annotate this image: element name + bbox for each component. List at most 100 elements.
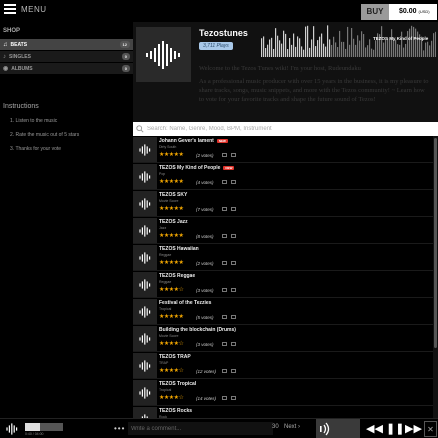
sidebar-item-albums[interactable]: ◉ ALBUMS 0 bbox=[0, 63, 133, 74]
comment-icon[interactable] bbox=[231, 153, 236, 157]
sidebar-item-singles[interactable]: ♪ SINGLES 0 bbox=[0, 51, 133, 62]
track-thumbnail-icon[interactable] bbox=[133, 407, 157, 418]
track-thumbnail-icon[interactable] bbox=[133, 272, 157, 297]
track-title: TEZOS Rocks bbox=[159, 408, 192, 414]
share-icon[interactable] bbox=[222, 288, 227, 292]
comment-icon[interactable] bbox=[231, 342, 236, 346]
comment-icon[interactable] bbox=[231, 180, 236, 184]
single-icon: ♪ bbox=[3, 53, 6, 60]
share-icon[interactable] bbox=[222, 153, 227, 157]
comment-icon[interactable] bbox=[231, 207, 236, 211]
track-title: Johann Gever's lament NEW bbox=[159, 138, 228, 144]
star-rating[interactable]: ★★★★☆ bbox=[159, 340, 184, 347]
track-row[interactable]: Festival of the Tezzies Tropical ★★★★★ (5 v… bbox=[133, 298, 433, 325]
star-rating[interactable]: ★★★★★ bbox=[159, 205, 184, 212]
buy-button[interactable]: BUY bbox=[361, 4, 389, 20]
share-icon[interactable] bbox=[222, 396, 227, 400]
fast-forward-button[interactable]: ▶▶ bbox=[405, 422, 422, 436]
track-row[interactable]: TEZOS My Kind of People NEW Pop ★★★★★ (4 vot… bbox=[133, 163, 433, 190]
track-row[interactable]: TEZOS Jazz Jazz ★★★★★ (8 votes) bbox=[133, 217, 433, 244]
vote-count: (3 votes) bbox=[196, 288, 214, 293]
search-icon bbox=[133, 122, 147, 136]
menu-button[interactable]: MENU bbox=[4, 4, 47, 14]
star-rating[interactable]: ★★★★★ bbox=[159, 178, 184, 185]
playback-time: 0:40 / 04:00 bbox=[25, 432, 44, 436]
track-thumbnail-icon[interactable] bbox=[133, 164, 157, 189]
track-thumbnail-icon[interactable] bbox=[133, 353, 157, 378]
share-icon[interactable] bbox=[222, 342, 227, 346]
track-thumbnail-icon[interactable] bbox=[133, 245, 157, 270]
vote-count: (14 votes) bbox=[196, 396, 217, 401]
item-count-badge: 12 bbox=[119, 41, 130, 48]
comment-input[interactable] bbox=[128, 422, 273, 435]
share-icon[interactable] bbox=[222, 180, 227, 184]
star-rating[interactable]: ★★★★☆ bbox=[159, 394, 184, 401]
sidebar-item-beats[interactable]: ♫ BEATS 12 bbox=[0, 39, 133, 50]
track-thumbnail-icon[interactable] bbox=[133, 326, 157, 351]
star-rating[interactable]: ★★★★★ bbox=[159, 232, 184, 239]
vote-count: (8 votes) bbox=[196, 234, 214, 239]
track-row[interactable]: TEZOS Tropical Tropical ★★★★☆ (14 votes) bbox=[133, 379, 433, 406]
now-playing-title: TEZOS My Kind of People bbox=[373, 36, 429, 41]
track-row[interactable]: Building the blockchain (Drums) Movie Sco… bbox=[133, 325, 433, 352]
price-value: $0.00 bbox=[399, 8, 417, 15]
share-icon[interactable] bbox=[222, 261, 227, 265]
track-thumbnail-icon[interactable] bbox=[133, 380, 157, 405]
star-rating[interactable]: ★★★★☆ bbox=[159, 367, 184, 374]
comment-icon[interactable] bbox=[231, 369, 236, 373]
track-row[interactable]: TEZOS SKY Movie Score ★★★★★ (7 votes) bbox=[133, 190, 433, 217]
track-thumbnail-icon[interactable] bbox=[133, 218, 157, 243]
close-player-button[interactable]: ✕ bbox=[424, 421, 437, 437]
chevron-right-icon: › bbox=[298, 424, 301, 430]
sidebar-item-label: SINGLES bbox=[9, 53, 31, 60]
album-icon: ◉ bbox=[3, 66, 9, 72]
track-genre: Tropical bbox=[159, 307, 172, 311]
scrollbar-thumb[interactable] bbox=[434, 138, 437, 348]
top-bar: MENU BUY $0.00 (USD) bbox=[0, 0, 438, 22]
track-genre: Jazz bbox=[159, 226, 167, 230]
next-button[interactable]: Next › bbox=[284, 424, 300, 430]
cart-total[interactable]: $0.00 (USD) bbox=[389, 4, 437, 20]
track-title: TEZOS TRAP bbox=[159, 354, 191, 360]
track-row[interactable]: Johann Gever's lament NEW Dirty South ★★★★★… bbox=[133, 136, 433, 163]
menu-label: MENU bbox=[21, 4, 47, 14]
comment-icon[interactable] bbox=[231, 288, 236, 292]
more-options-button[interactable]: ••• bbox=[114, 424, 125, 433]
track-title: TEZOS Jazz bbox=[159, 219, 188, 225]
comment-icon[interactable] bbox=[231, 261, 236, 265]
comment-icon[interactable] bbox=[231, 315, 236, 319]
track-row[interactable]: TEZOS Reggae Reggae ★★★★☆ (3 votes) bbox=[133, 271, 433, 298]
share-icon[interactable] bbox=[222, 207, 227, 211]
rewind-button[interactable]: ◀◀ bbox=[366, 422, 383, 436]
track-row[interactable]: TEZOS RocksRock★★★★★(16 votes) bbox=[133, 406, 433, 418]
share-icon[interactable] bbox=[222, 369, 227, 373]
pause-button[interactable]: ❚❚ bbox=[386, 422, 404, 436]
track-thumbnail-icon[interactable] bbox=[133, 137, 157, 162]
music-note-icon: ♫ bbox=[3, 41, 8, 48]
playback-progress[interactable] bbox=[25, 423, 63, 431]
search-input[interactable] bbox=[147, 126, 427, 132]
track-genre: Movie Score bbox=[159, 199, 179, 203]
comment-icon[interactable] bbox=[231, 396, 236, 400]
star-rating[interactable]: ★★★★☆ bbox=[159, 286, 184, 293]
track-title: TEZOS Tropical bbox=[159, 381, 196, 387]
volume-button[interactable] bbox=[316, 419, 360, 438]
track-row[interactable]: TEZOS TRAP TRAP ★★★★☆ (12 votes) bbox=[133, 352, 433, 379]
artist-logo bbox=[136, 27, 191, 82]
shop-heading: SHOP bbox=[3, 28, 21, 34]
share-icon[interactable] bbox=[222, 315, 227, 319]
track-row[interactable]: TEZOS Hawaiian Reggae ★★★★★ (2 votes) bbox=[133, 244, 433, 271]
track-thumbnail-icon[interactable] bbox=[133, 191, 157, 216]
track-title: TEZOS SKY bbox=[159, 192, 187, 198]
track-thumbnail-icon[interactable] bbox=[133, 299, 157, 324]
share-icon[interactable] bbox=[222, 234, 227, 238]
star-rating[interactable]: ★★★★★ bbox=[159, 259, 184, 266]
track-title: Festival of the Tezzies bbox=[159, 300, 211, 306]
star-rating[interactable]: ★★★★★ bbox=[159, 151, 184, 158]
comment-icon[interactable] bbox=[231, 234, 236, 238]
track-list: Johann Gever's lament NEW Dirty South ★★★★★… bbox=[133, 136, 433, 418]
next-label: Next bbox=[284, 424, 297, 430]
waveform-logo-icon bbox=[145, 40, 180, 69]
star-rating[interactable]: ★★★★★ bbox=[159, 313, 184, 320]
track-title-text: TEZOS Reggae bbox=[159, 273, 196, 279]
